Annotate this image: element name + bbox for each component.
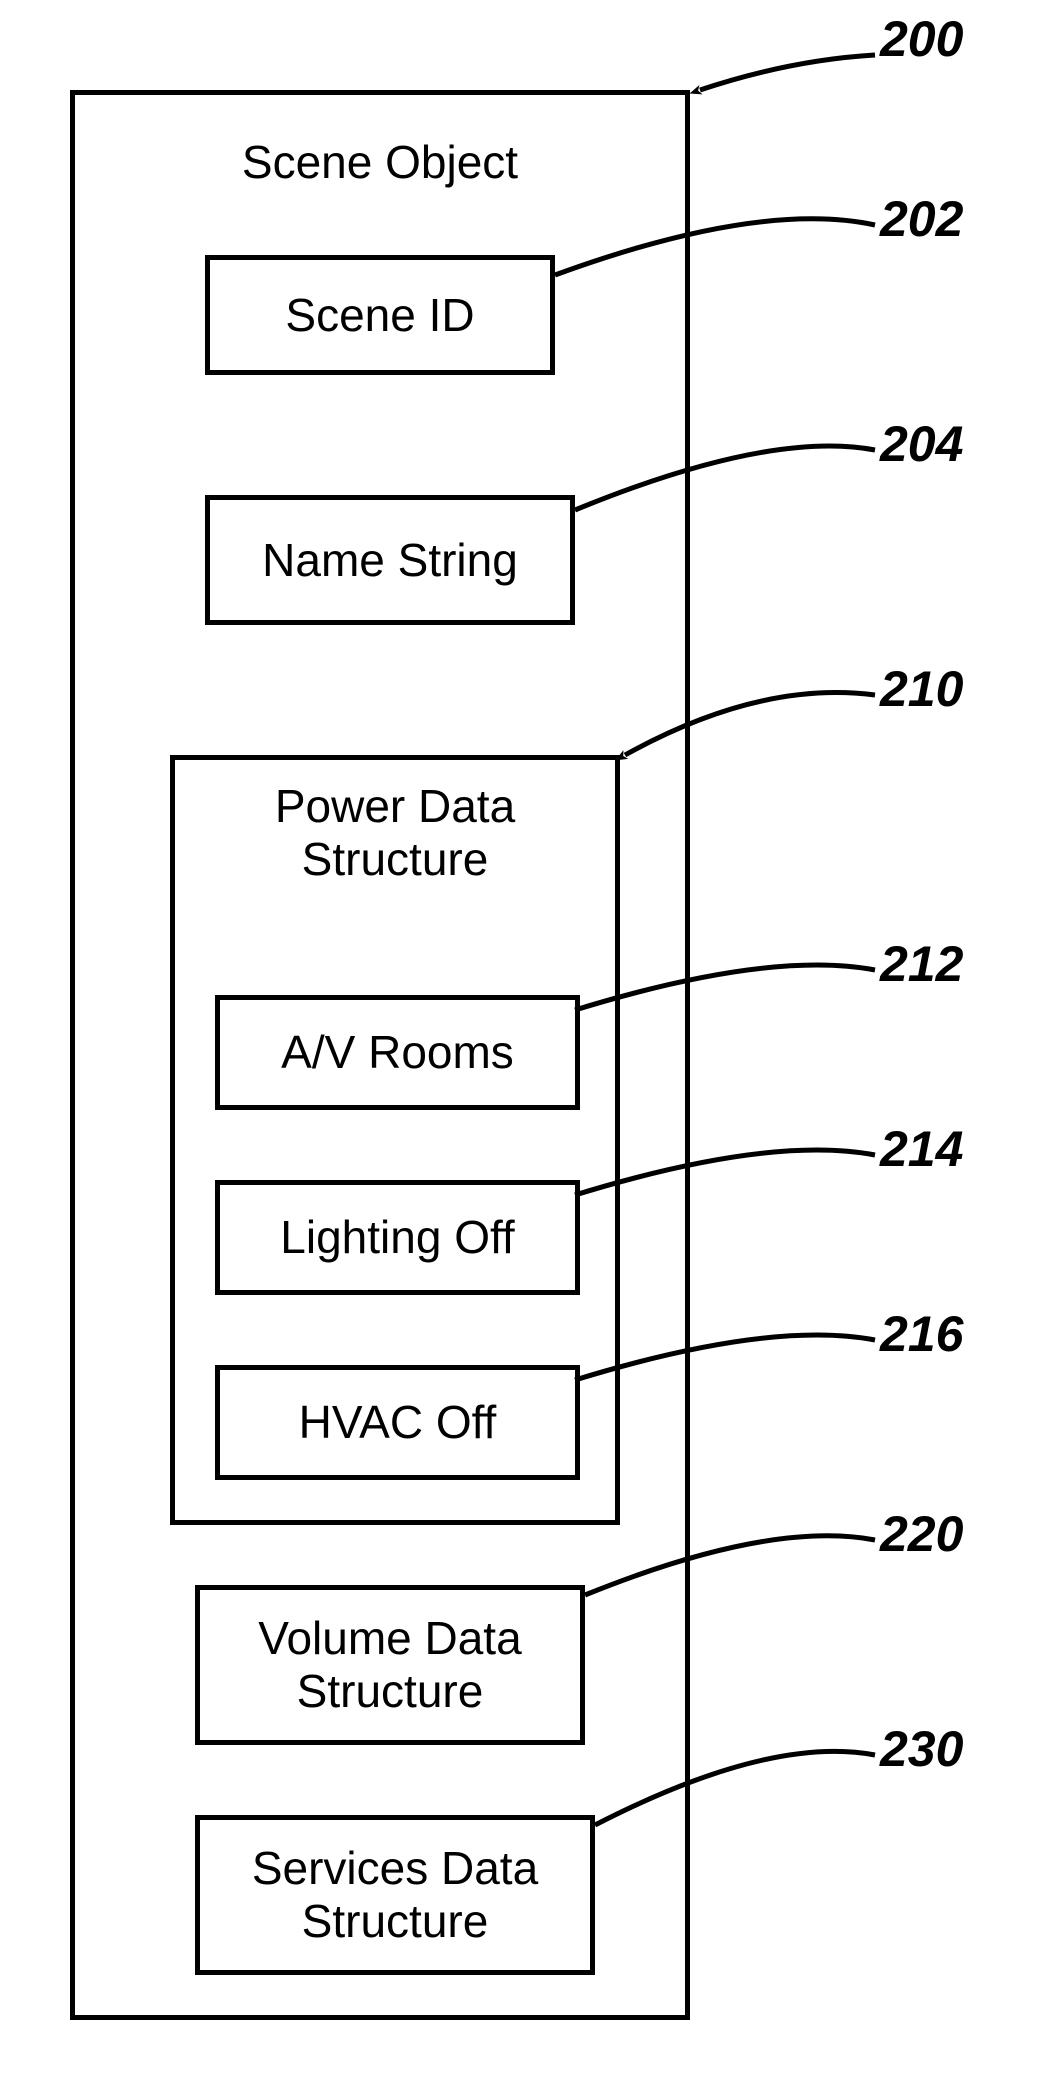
ref-216: 216 xyxy=(880,1305,963,1363)
services-data-label: Services DataStructure xyxy=(252,1842,538,1948)
hvac-off-box: HVAC Off xyxy=(215,1365,580,1480)
volume-data-label: Volume DataStructure xyxy=(258,1612,521,1718)
name-string-box: Name String xyxy=(205,495,575,625)
ref-202: 202 xyxy=(880,190,963,248)
ref-200: 200 xyxy=(880,10,963,68)
power-data-title: Power DataStructure xyxy=(175,780,615,886)
scene-id-label: Scene ID xyxy=(285,289,474,342)
hvac-off-label: HVAC Off xyxy=(299,1396,497,1449)
name-string-label: Name String xyxy=(262,534,518,587)
ref-220: 220 xyxy=(880,1505,963,1563)
ref-230: 230 xyxy=(880,1720,963,1778)
lighting-off-label: Lighting Off xyxy=(280,1211,514,1264)
services-data-box: Services DataStructure xyxy=(195,1815,595,1975)
scene-object-box: Scene Object Scene ID Name String Power … xyxy=(70,90,690,2020)
volume-data-box: Volume DataStructure xyxy=(195,1585,585,1745)
lighting-off-box: Lighting Off xyxy=(215,1180,580,1295)
av-rooms-label: A/V Rooms xyxy=(281,1026,514,1079)
ref-204: 204 xyxy=(880,415,963,473)
scene-object-title: Scene Object xyxy=(75,135,685,189)
power-data-structure-box: Power DataStructure A/V Rooms Lighting O… xyxy=(170,755,620,1525)
av-rooms-box: A/V Rooms xyxy=(215,995,580,1110)
ref-212: 212 xyxy=(880,935,963,993)
ref-214: 214 xyxy=(880,1120,963,1178)
scene-id-box: Scene ID xyxy=(205,255,555,375)
ref-210: 210 xyxy=(880,660,963,718)
